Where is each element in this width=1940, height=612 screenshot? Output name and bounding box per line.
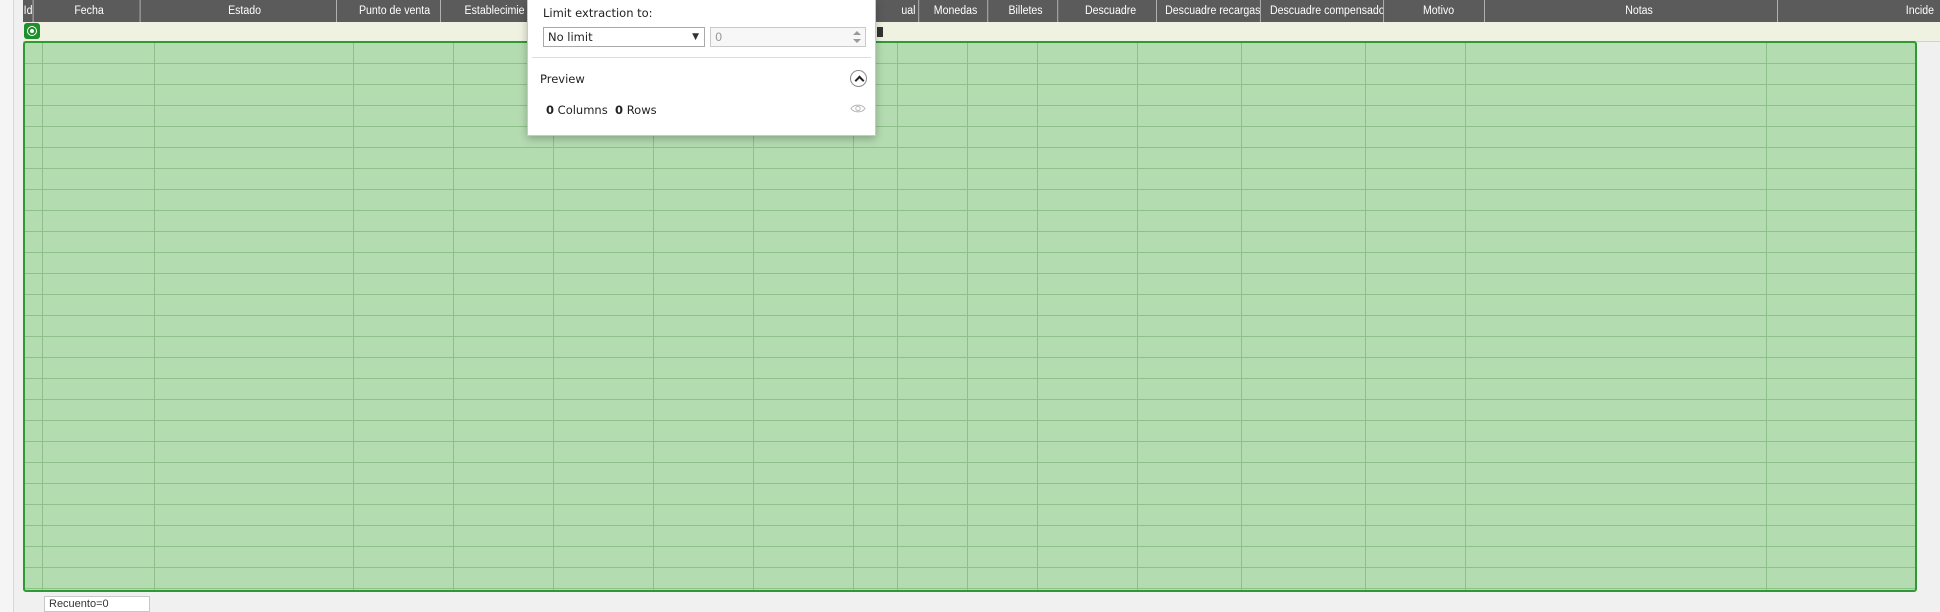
grid-column-divider — [453, 43, 454, 590]
column-header-incidencias[interactable]: Incide — [1796, 0, 1934, 22]
column-header-descuadre-compensado[interactable]: Descuadre compensado — [1270, 0, 1385, 22]
limit-count-input[interactable]: 0 — [710, 27, 866, 47]
popup-divider — [532, 57, 871, 58]
grid-column-divider — [1365, 43, 1366, 590]
limit-count-value: 0 — [715, 30, 723, 44]
limit-extraction-label: Limit extraction to: — [543, 6, 653, 20]
grid-column-divider — [154, 43, 155, 590]
dropdown-caret-icon: ▼ — [692, 32, 699, 42]
spinner-icon[interactable] — [852, 29, 862, 45]
preview-counts: 0 Columns 0 Rows — [546, 103, 657, 117]
grid-column-divider — [1465, 43, 1466, 590]
column-header-motivo[interactable]: Motivo — [1393, 0, 1485, 22]
preview-section-title: Preview — [540, 72, 585, 86]
extraction-options-popup: Limit extraction to: No limit ▼ 0 Previe… — [527, 0, 876, 136]
rows-count: 0 — [615, 103, 624, 117]
limit-mode-value: No limit — [548, 30, 593, 44]
column-header-descuadre-recargas[interactable]: Descuadre recargas — [1165, 0, 1261, 22]
grid-column-divider — [1766, 43, 1767, 590]
grid-body[interactable] — [23, 41, 1917, 592]
filter-checkbox-fragment[interactable] — [877, 27, 883, 37]
column-header-fecha[interactable]: Fecha — [38, 0, 141, 22]
grid-column-divider — [897, 43, 898, 590]
column-header-id[interactable]: Id — [23, 0, 34, 22]
columns-word: Columns — [557, 103, 608, 117]
collapse-preview-button[interactable] — [850, 70, 867, 87]
grid-column-divider — [353, 43, 354, 590]
column-header-descuadre[interactable]: Descuadre — [1065, 0, 1157, 22]
column-header-monedas[interactable]: Monedas — [924, 0, 989, 22]
grid-column-divider — [42, 43, 43, 590]
eye-icon[interactable] — [850, 103, 866, 114]
limit-mode-select[interactable]: No limit ▼ — [543, 27, 705, 47]
column-header-notas[interactable]: Notas — [1501, 0, 1778, 22]
grid-column-divider — [1137, 43, 1138, 590]
rows-word: Rows — [626, 103, 657, 117]
column-header-billetes[interactable]: Billetes — [994, 0, 1059, 22]
grid-header: Id Fecha Estado Punto de venta Estableci… — [23, 0, 1940, 22]
grid-column-divider — [1037, 43, 1038, 590]
left-edge-strip — [0, 0, 14, 612]
grid-column-divider — [967, 43, 968, 590]
column-header-punto-de-venta[interactable]: Punto de venta — [349, 0, 441, 22]
grid-filter-row[interactable] — [23, 22, 1940, 42]
filter-toggle-icon[interactable] — [24, 23, 40, 39]
column-header-estado[interactable]: Estado — [153, 0, 337, 22]
record-count-label: Recuento=0 — [44, 596, 150, 612]
grid-column-divider — [1241, 43, 1242, 590]
columns-count: 0 — [546, 103, 555, 117]
column-header-manual[interactable]: ual — [877, 0, 920, 22]
spin-down-icon[interactable] — [853, 39, 861, 43]
spin-up-icon[interactable] — [853, 31, 861, 35]
